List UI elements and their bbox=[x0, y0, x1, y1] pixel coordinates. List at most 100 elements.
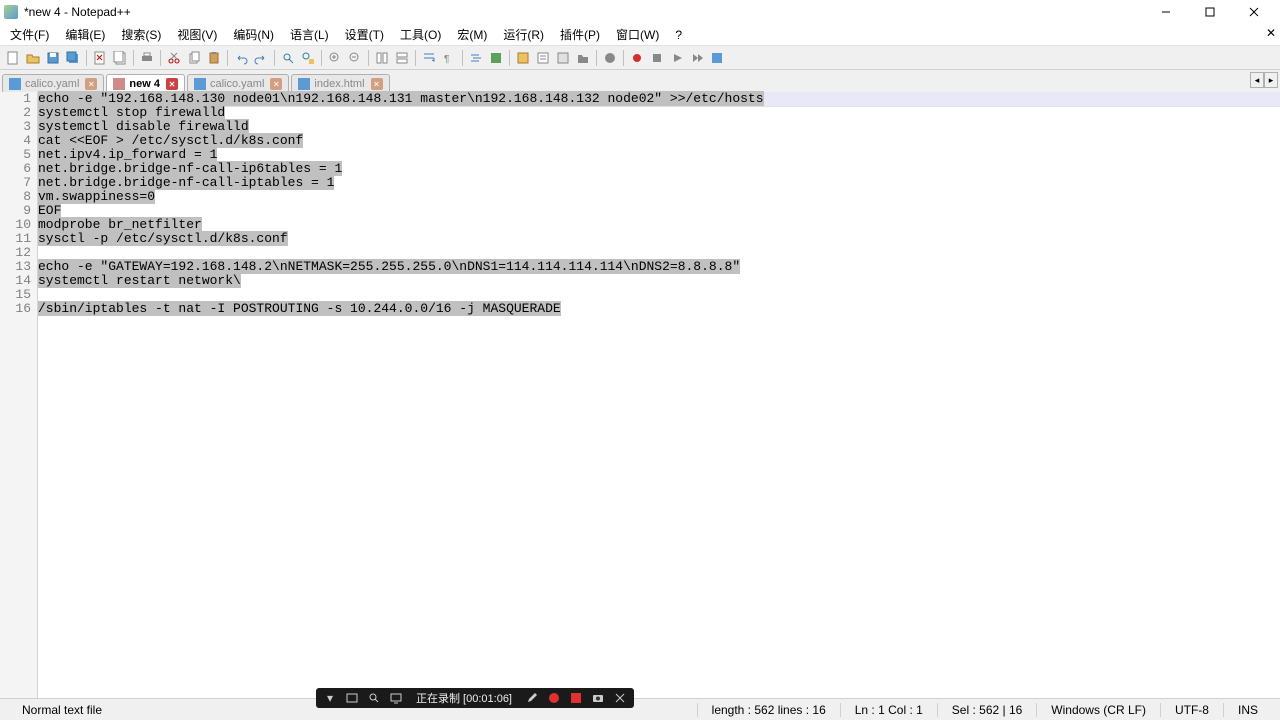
stop-macro-icon[interactable] bbox=[648, 49, 666, 67]
save-macro-icon[interactable] bbox=[708, 49, 726, 67]
recorder-monitor-icon[interactable] bbox=[388, 690, 404, 706]
maximize-button[interactable] bbox=[1188, 0, 1232, 24]
tab-calico-2[interactable]: calico.yaml ✕ bbox=[187, 74, 289, 92]
menu-run[interactable]: 运行(R) bbox=[495, 23, 552, 46]
status-encoding[interactable]: UTF-8 bbox=[1160, 703, 1223, 717]
tab-close-icon[interactable]: ✕ bbox=[166, 78, 178, 90]
close-file-icon[interactable] bbox=[91, 49, 109, 67]
menu-view[interactable]: 视图(V) bbox=[169, 23, 225, 46]
save-all-icon[interactable] bbox=[64, 49, 82, 67]
editor-line[interactable]: modprobe br_netfilter bbox=[38, 218, 1280, 232]
tab-prev-button[interactable]: ◂ bbox=[1250, 72, 1264, 88]
editor-line[interactable]: /sbin/iptables -t nat -I POSTROUTING -s … bbox=[38, 302, 1280, 316]
zoom-in-icon[interactable] bbox=[326, 49, 344, 67]
recorder-edit-icon[interactable] bbox=[524, 690, 540, 706]
status-eol[interactable]: Windows (CR LF) bbox=[1036, 703, 1160, 717]
menu-window[interactable]: 窗口(W) bbox=[608, 23, 667, 46]
tab-index-html[interactable]: index.html ✕ bbox=[291, 74, 389, 92]
recorder-close-icon[interactable] bbox=[612, 690, 628, 706]
menu-settings[interactable]: 设置(T) bbox=[337, 23, 392, 46]
line-number: 6 bbox=[0, 162, 31, 176]
editor-content[interactable]: echo -e "192.168.148.130 node01\n192.168… bbox=[38, 92, 1280, 708]
play-multi-icon[interactable] bbox=[688, 49, 706, 67]
print-icon[interactable] bbox=[138, 49, 156, 67]
menu-plugins[interactable]: 插件(P) bbox=[552, 23, 608, 46]
menu-tools[interactable]: 工具(O) bbox=[392, 23, 449, 46]
sync-h-icon[interactable] bbox=[393, 49, 411, 67]
line-number: 7 bbox=[0, 176, 31, 190]
replace-icon[interactable] bbox=[299, 49, 317, 67]
menu-encoding[interactable]: 编码(N) bbox=[225, 23, 282, 46]
monitor-icon[interactable] bbox=[601, 49, 619, 67]
editor-line[interactable]: EOF bbox=[38, 204, 1280, 218]
folder-icon[interactable] bbox=[574, 49, 592, 67]
func-list-icon[interactable] bbox=[554, 49, 572, 67]
menu-macro[interactable]: 宏(M) bbox=[449, 23, 495, 46]
new-file-icon[interactable] bbox=[4, 49, 22, 67]
lang-udl-icon[interactable] bbox=[487, 49, 505, 67]
recorder-pause-icon[interactable] bbox=[546, 690, 562, 706]
line-number: 13 bbox=[0, 260, 31, 274]
editor-line[interactable] bbox=[38, 246, 1280, 260]
editor-line[interactable]: systemctl restart network\ bbox=[38, 274, 1280, 288]
editor-line[interactable]: echo -e "GATEWAY=192.168.148.2\nNETMASK=… bbox=[38, 260, 1280, 274]
doc-list-icon[interactable] bbox=[534, 49, 552, 67]
tab-close-icon[interactable]: ✕ bbox=[371, 78, 383, 90]
menu-help[interactable]: ? bbox=[667, 25, 690, 45]
screen-recorder-bar[interactable]: ▾ 正在录制 [00:01:06] bbox=[316, 688, 634, 708]
indent-guide-icon[interactable] bbox=[467, 49, 485, 67]
menu-close-x[interactable]: ✕ bbox=[1264, 26, 1278, 40]
tab-close-icon[interactable]: ✕ bbox=[85, 78, 97, 90]
redo-icon[interactable] bbox=[252, 49, 270, 67]
sync-v-icon[interactable] bbox=[373, 49, 391, 67]
menu-search[interactable]: 搜索(S) bbox=[113, 23, 169, 46]
line-number: 3 bbox=[0, 120, 31, 134]
recorder-stop-icon[interactable] bbox=[568, 690, 584, 706]
file-type-icon bbox=[9, 78, 21, 90]
wordwrap-icon[interactable] bbox=[420, 49, 438, 67]
open-file-icon[interactable] bbox=[24, 49, 42, 67]
editor-line[interactable]: cat <<EOF > /etc/sysctl.d/k8s.conf bbox=[38, 134, 1280, 148]
editor-line[interactable]: net.ipv4.ip_forward = 1 bbox=[38, 148, 1280, 162]
editor-line[interactable]: systemctl stop firewalld bbox=[38, 106, 1280, 120]
tab-next-button[interactable]: ▸ bbox=[1264, 72, 1278, 88]
menu-edit[interactable]: 编辑(E) bbox=[57, 23, 113, 46]
close-all-icon[interactable] bbox=[111, 49, 129, 67]
status-mode[interactable]: INS bbox=[1223, 703, 1272, 717]
menu-language[interactable]: 语言(L) bbox=[282, 23, 337, 46]
play-macro-icon[interactable] bbox=[668, 49, 686, 67]
recorder-zoom-icon[interactable] bbox=[366, 690, 382, 706]
recorder-menu-icon[interactable]: ▾ bbox=[322, 690, 338, 706]
editor-line[interactable]: systemctl disable firewalld bbox=[38, 120, 1280, 134]
cut-icon[interactable] bbox=[165, 49, 183, 67]
editor-line[interactable]: net.bridge.bridge-nf-call-iptables = 1 bbox=[38, 176, 1280, 190]
editor-line[interactable]: vm.swappiness=0 bbox=[38, 190, 1280, 204]
tab-nav: ◂ ▸ bbox=[1250, 72, 1278, 88]
menu-file[interactable]: 文件(F) bbox=[2, 23, 57, 46]
line-number: 4 bbox=[0, 134, 31, 148]
paste-icon[interactable] bbox=[205, 49, 223, 67]
allchars-icon[interactable]: ¶ bbox=[440, 49, 458, 67]
status-selection: Sel : 562 | 16 bbox=[937, 703, 1037, 717]
recorder-window-icon[interactable] bbox=[344, 690, 360, 706]
tab-new4[interactable]: new 4 ✕ bbox=[106, 74, 185, 92]
minimize-button[interactable] bbox=[1144, 0, 1188, 24]
find-icon[interactable] bbox=[279, 49, 297, 67]
line-number-gutter: 12345678910111213141516 bbox=[0, 92, 38, 708]
tab-calico-1[interactable]: calico.yaml ✕ bbox=[2, 74, 104, 92]
undo-icon[interactable] bbox=[232, 49, 250, 67]
editor[interactable]: 12345678910111213141516 echo -e "192.168… bbox=[0, 92, 1280, 708]
zoom-out-icon[interactable] bbox=[346, 49, 364, 67]
tab-close-icon[interactable]: ✕ bbox=[270, 78, 282, 90]
editor-line[interactable]: echo -e "192.168.148.130 node01\n192.168… bbox=[38, 92, 1280, 106]
editor-line[interactable]: sysctl -p /etc/sysctl.d/k8s.conf bbox=[38, 232, 1280, 246]
record-macro-icon[interactable] bbox=[628, 49, 646, 67]
line-number: 16 bbox=[0, 302, 31, 316]
copy-icon[interactable] bbox=[185, 49, 203, 67]
close-button[interactable] bbox=[1232, 0, 1276, 24]
editor-line[interactable]: net.bridge.bridge-nf-call-ip6tables = 1 bbox=[38, 162, 1280, 176]
doc-map-icon[interactable] bbox=[514, 49, 532, 67]
save-icon[interactable] bbox=[44, 49, 62, 67]
recorder-camera-icon[interactable] bbox=[590, 690, 606, 706]
editor-line[interactable] bbox=[38, 288, 1280, 302]
